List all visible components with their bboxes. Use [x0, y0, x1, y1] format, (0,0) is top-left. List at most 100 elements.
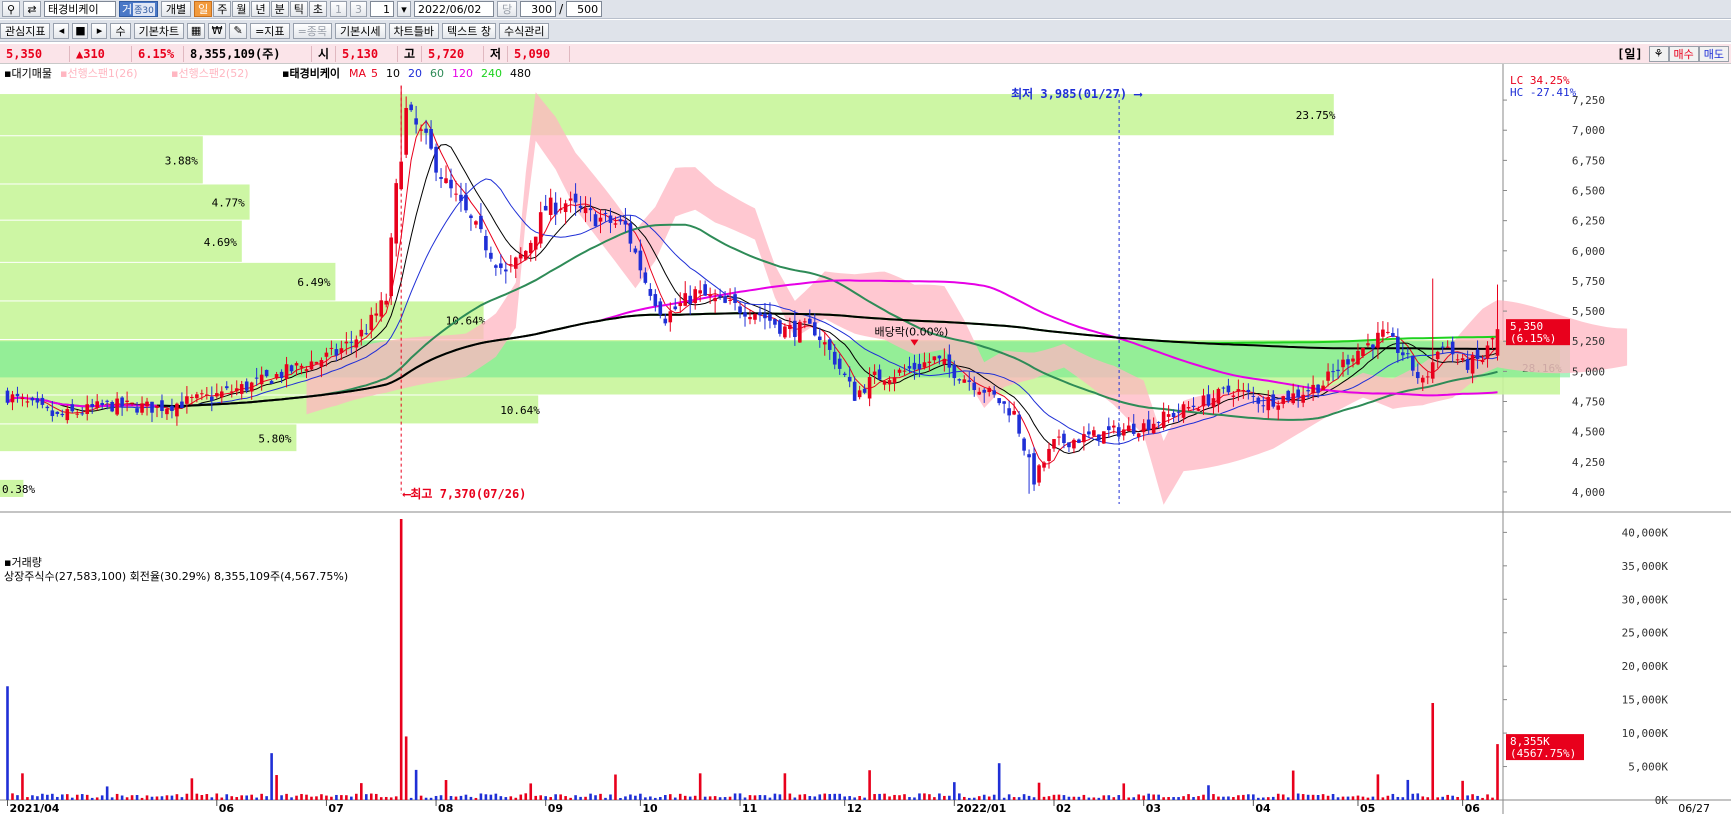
search-icon[interactable]: ⚲	[2, 1, 20, 17]
legend-ma-10: 10	[386, 67, 400, 80]
candle-body	[384, 300, 389, 305]
volume-bar-65	[330, 796, 333, 800]
mode-button[interactable]: 개별	[160, 1, 192, 17]
candle-body	[877, 369, 882, 380]
low-value: 5,090	[508, 45, 570, 62]
top-toolbar: ⚲ ⇄ 태경비케이 거 종30 개별 일주월년분틱초 1 3 1 ▾ 2022/0…	[0, 0, 1731, 19]
volume-bar-187	[938, 793, 941, 800]
candle-body	[922, 362, 927, 368]
date-label-10: 03	[1146, 802, 1161, 814]
stock-eq-button[interactable]: =종목	[292, 22, 333, 39]
date-label-8: 2022/01	[956, 802, 1006, 814]
volume-bar-224	[1122, 783, 1126, 800]
basic-chart-button[interactable]: 기본차트	[133, 22, 185, 39]
buy-button[interactable]: 매수	[1668, 45, 1699, 62]
stock-chart[interactable]: 0.38%5.80%10.64%28.16%10.64%6.49%4.69%4.…	[0, 64, 1731, 814]
candle-138	[693, 286, 697, 310]
grid-icon[interactable]: ▦	[187, 22, 206, 39]
chevron-down-icon[interactable]: ▾	[396, 1, 411, 17]
volume-bar-185	[928, 794, 931, 800]
stock-name-field[interactable]: 태경비케이	[44, 1, 116, 17]
volume-bar-214	[1072, 796, 1076, 800]
candle-110	[553, 192, 558, 225]
tool-icon[interactable]: ✎	[229, 22, 248, 39]
scroll-right-icon[interactable]: ▸	[91, 22, 108, 39]
period-tab-0[interactable]: 일	[194, 1, 213, 17]
candle-21	[110, 400, 114, 413]
volume-bar-171	[858, 795, 861, 800]
volume-bar-27	[140, 797, 144, 800]
dang-button[interactable]: 당	[496, 1, 518, 17]
date-field[interactable]: 2022/06/02	[413, 1, 494, 17]
su-button[interactable]: 수	[110, 22, 131, 39]
candle-body	[1321, 385, 1325, 391]
indicator-eq-button[interactable]: =지표	[250, 22, 290, 39]
count-input[interactable]: 300	[520, 1, 557, 17]
candle-body	[812, 322, 817, 336]
candle-body	[1062, 433, 1066, 444]
volume-bar-138	[693, 795, 697, 800]
text-window-button[interactable]: 텍스트 창	[442, 22, 496, 39]
period-tab-1[interactable]: 주	[213, 1, 232, 17]
basic-quote-button[interactable]: 기본시세	[335, 22, 386, 39]
stock-tag-badge[interactable]: 거 종30	[119, 1, 158, 17]
volume-bar-57	[290, 797, 293, 800]
candle-body	[1017, 414, 1021, 434]
candle-body	[778, 320, 782, 334]
unit-a-button[interactable]: 1	[329, 1, 347, 17]
candle-body	[369, 314, 374, 330]
candle-body	[962, 379, 967, 383]
period-tab-4[interactable]: 분	[270, 1, 289, 17]
indicator-button[interactable]: 관심지표	[0, 22, 51, 39]
formula-button[interactable]: 수식관리	[498, 22, 550, 39]
volume-bar-128	[644, 797, 647, 800]
period-tab-2[interactable]: 월	[232, 1, 251, 17]
scroll-left-icon[interactable]: ◂	[53, 22, 70, 39]
candle-109	[548, 188, 553, 221]
candle-body	[165, 408, 169, 415]
candle-body	[175, 403, 179, 417]
settings-icon[interactable]: ⚘	[1648, 45, 1669, 62]
volume-bar-110	[554, 794, 557, 800]
profile-label-9: 23.75%	[1296, 109, 1336, 122]
candle-body	[359, 329, 364, 337]
candle-277	[1386, 322, 1390, 335]
max-input[interactable]: 500	[566, 1, 603, 17]
period-tab-3[interactable]: 년	[251, 1, 270, 17]
period-tab-6[interactable]: 초	[308, 1, 327, 17]
volume-bar-97	[489, 794, 493, 800]
chart-toolbar-button[interactable]: 차트틀바	[388, 22, 439, 39]
unit-select[interactable]: 1	[369, 1, 394, 17]
candle-200	[1002, 400, 1006, 414]
candle-body	[1356, 350, 1360, 365]
candle-body	[887, 380, 892, 385]
candle-body	[618, 219, 623, 222]
volume-bar-289	[1446, 794, 1449, 800]
candle-body	[1470, 354, 1475, 374]
square-icon[interactable]: ■	[72, 22, 89, 39]
candle-body	[1281, 396, 1286, 404]
volume-bar-167	[838, 793, 842, 800]
volume-bar-270	[1351, 796, 1355, 800]
volume-bar-79	[399, 519, 403, 800]
sell-button[interactable]: 매도	[1698, 45, 1729, 62]
refresh-icon[interactable]: ⇄	[23, 1, 41, 17]
candle-body	[1107, 426, 1111, 431]
period-tab-5[interactable]: 틱	[289, 1, 308, 17]
volume-bar-29	[150, 796, 154, 800]
date-label-9: 02	[1056, 802, 1071, 814]
candle-body	[140, 403, 144, 413]
volume-bar-240	[1202, 794, 1205, 800]
candle-body	[992, 390, 996, 395]
candle-body	[249, 382, 254, 392]
candle-142	[713, 289, 717, 314]
volume-bar-248	[1242, 794, 1245, 800]
volume-bar-98	[494, 793, 498, 800]
volume-bar-207	[1037, 782, 1041, 800]
price-tick-label-7: 5,750	[1572, 275, 1605, 288]
won-icon[interactable]: ₩	[208, 22, 227, 39]
volume-bar-53	[270, 753, 273, 800]
candle-body	[314, 361, 319, 364]
volume-bar-229	[1147, 793, 1150, 800]
unit-b-button[interactable]: 3	[349, 1, 367, 17]
